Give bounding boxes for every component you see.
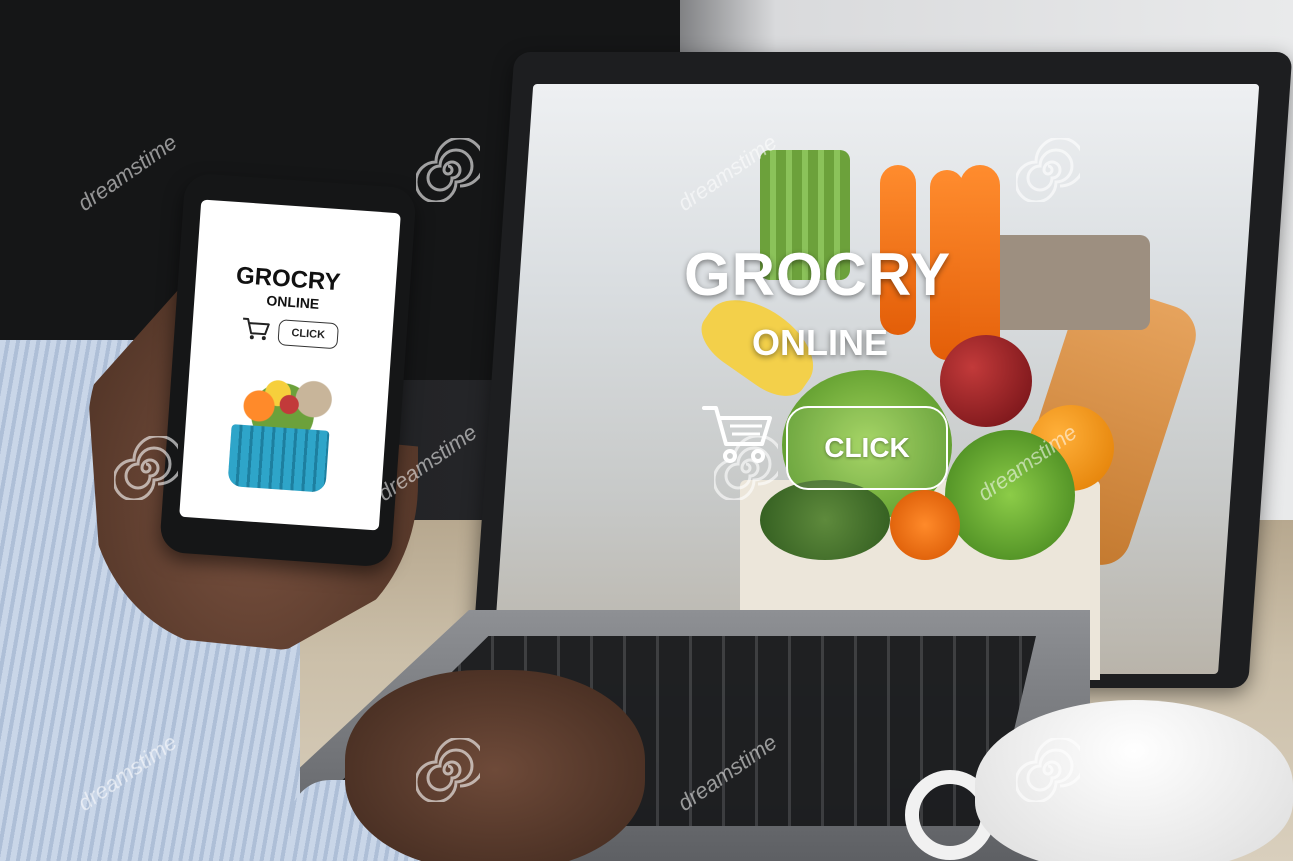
pepper-image	[890, 490, 960, 560]
phone-click-button[interactable]: CLICK	[277, 319, 340, 350]
coffee-cup	[975, 700, 1293, 861]
shopping-basket-image	[227, 424, 330, 493]
phone-click-label: CLICK	[291, 327, 326, 342]
lettuce-image	[945, 430, 1075, 560]
photo-scene: GROCRY ONLINE CLICK GROCRY ONLINE CLICK	[0, 0, 1293, 861]
broccoli-image	[760, 480, 890, 560]
laptop-site-title: GROCRY	[684, 241, 952, 308]
hand-on-keyboard	[345, 670, 645, 861]
phone-screen: GROCRY ONLINE CLICK	[179, 199, 401, 531]
laptop-site-subtitle: ONLINE	[752, 322, 889, 363]
apple-image	[940, 335, 1032, 427]
laptop-click-button[interactable]: CLICK	[786, 406, 948, 490]
phone-site-subtitle: ONLINE	[265, 292, 320, 312]
egg-carton-image	[990, 235, 1150, 330]
phone-site-title: GROCRY	[235, 262, 342, 297]
shopping-cart-icon[interactable]	[240, 314, 272, 342]
shopping-cart-icon[interactable]	[700, 400, 776, 466]
laptop-click-label: CLICK	[824, 432, 910, 463]
